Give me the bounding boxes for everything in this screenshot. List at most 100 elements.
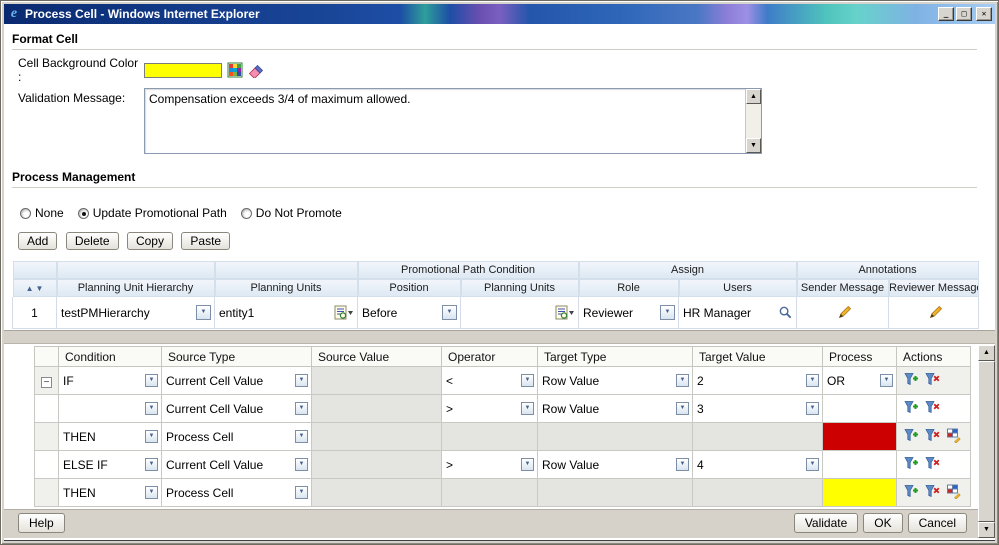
- dropdown-arrow-icon[interactable]: ▼: [676, 374, 689, 387]
- process-cell[interactable]: OR▼: [823, 367, 897, 395]
- sender-message-edit-icon[interactable]: [838, 304, 853, 319]
- users-cell[interactable]: HR Manager: [679, 297, 797, 329]
- dropdown-arrow-icon[interactable]: ▼: [145, 430, 158, 443]
- bg-color-swatch[interactable]: [144, 63, 222, 78]
- source-type-cell[interactable]: Process Cell▼: [162, 479, 312, 507]
- move-down-icon[interactable]: ▼: [35, 284, 45, 293]
- delete-condition-icon[interactable]: [924, 399, 940, 415]
- close-button[interactable]: ✕: [976, 7, 992, 21]
- role-cell[interactable]: Reviewer ▼: [579, 297, 679, 329]
- add-condition-icon[interactable]: [903, 455, 919, 471]
- validation-message-textarea[interactable]: Compensation exceeds 3/4 of maximum allo…: [144, 88, 762, 154]
- condition-planning-units-cell[interactable]: [461, 297, 579, 329]
- scroll-down-icon[interactable]: ▼: [978, 522, 995, 538]
- dropdown-arrow-icon[interactable]: ▼: [145, 402, 158, 415]
- condition-cell[interactable]: ELSE IF▼: [59, 451, 162, 479]
- target-value-cell[interactable]: 3▼: [693, 395, 823, 423]
- format-cell-icon[interactable]: [946, 427, 962, 443]
- radio-none[interactable]: None: [20, 206, 64, 220]
- radio-do-not-promote[interactable]: Do Not Promote: [241, 206, 342, 220]
- target-type-cell[interactable]: Row Value▼: [538, 367, 693, 395]
- delete-condition-icon[interactable]: [924, 455, 940, 471]
- add-condition-icon[interactable]: [903, 483, 919, 499]
- hierarchy-cell[interactable]: testPMHierarchy ▼: [57, 297, 215, 329]
- source-type-cell[interactable]: Process Cell▼: [162, 423, 312, 451]
- dropdown-arrow-icon[interactable]: ▼: [295, 458, 308, 471]
- format-cell-icon[interactable]: [946, 483, 962, 499]
- condition-cell[interactable]: THEN▼: [59, 423, 162, 451]
- validate-button[interactable]: Validate: [794, 513, 858, 533]
- add-condition-icon[interactable]: [903, 427, 919, 443]
- radio-do-not-promote-icon[interactable]: [241, 208, 252, 219]
- dropdown-arrow-icon[interactable]: ▼: [806, 402, 819, 415]
- dropdown-arrow-icon[interactable]: ▼: [521, 402, 534, 415]
- dropdown-arrow-icon[interactable]: ▼: [295, 374, 308, 387]
- member-selector-icon[interactable]: [334, 305, 354, 321]
- target-type-cell[interactable]: Row Value▼: [538, 395, 693, 423]
- paste-button[interactable]: Paste: [181, 232, 230, 250]
- operator-cell[interactable]: <▼: [442, 367, 538, 395]
- move-up-icon[interactable]: ▲: [25, 284, 35, 293]
- reviewer-message-edit-icon[interactable]: [929, 304, 944, 319]
- dropdown-arrow-icon[interactable]: ▼: [145, 374, 158, 387]
- condition-cell[interactable]: THEN▼: [59, 479, 162, 507]
- scroll-down-icon[interactable]: ▼: [746, 138, 761, 153]
- dropdown-arrow-icon[interactable]: ▼: [145, 486, 158, 499]
- target-type-cell[interactable]: Row Value▼: [538, 451, 693, 479]
- dropdown-arrow-icon[interactable]: ▼: [295, 402, 308, 415]
- condition-cell[interactable]: ▼: [59, 395, 162, 423]
- dropdown-arrow-icon[interactable]: ▼: [295, 486, 308, 499]
- process-color-cell[interactable]: [823, 479, 897, 507]
- operator-cell[interactable]: >▼: [442, 395, 538, 423]
- dropdown-arrow-icon[interactable]: ▼: [880, 374, 893, 387]
- help-button[interactable]: Help: [18, 513, 65, 533]
- cancel-button[interactable]: Cancel: [908, 513, 967, 533]
- dropdown-arrow-icon[interactable]: ▼: [295, 430, 308, 443]
- dropdown-arrow-icon[interactable]: ▼: [521, 458, 534, 471]
- copy-button[interactable]: Copy: [127, 232, 173, 250]
- title-bar[interactable]: e Process Cell - Windows Internet Explor…: [4, 4, 995, 24]
- vertical-scrollbar[interactable]: ▲ ▼: [978, 345, 995, 538]
- radio-update-icon[interactable]: [78, 208, 89, 219]
- delete-button[interactable]: Delete: [66, 232, 119, 250]
- process-cell[interactable]: [823, 451, 897, 479]
- source-type-cell[interactable]: Current Cell Value▼: [162, 395, 312, 423]
- user-search-icon[interactable]: [778, 305, 793, 320]
- minimize-button[interactable]: _: [938, 7, 954, 21]
- process-color-cell[interactable]: [823, 423, 897, 451]
- textarea-scrollbar[interactable]: ▲ ▼: [745, 89, 761, 153]
- dropdown-arrow-icon[interactable]: ▼: [806, 374, 819, 387]
- position-cell[interactable]: Before ▼: [358, 297, 461, 329]
- planning-units-cell[interactable]: entity1: [215, 297, 358, 329]
- radio-none-icon[interactable]: [20, 208, 31, 219]
- source-type-cell[interactable]: Current Cell Value▼: [162, 367, 312, 395]
- collapse-row-icon[interactable]: −: [41, 377, 52, 388]
- dropdown-arrow-icon[interactable]: ▼: [660, 305, 675, 320]
- delete-condition-icon[interactable]: [924, 483, 940, 499]
- dropdown-arrow-icon[interactable]: ▼: [521, 374, 534, 387]
- member-selector-icon[interactable]: [555, 305, 575, 321]
- add-condition-icon[interactable]: [903, 399, 919, 415]
- delete-condition-icon[interactable]: [924, 427, 940, 443]
- clear-color-eraser-icon[interactable]: [248, 62, 264, 78]
- target-value-cell[interactable]: 2▼: [693, 367, 823, 395]
- dropdown-arrow-icon[interactable]: ▼: [676, 402, 689, 415]
- source-type-cell[interactable]: Current Cell Value▼: [162, 451, 312, 479]
- scrollbar-thumb[interactable]: [978, 361, 995, 522]
- dropdown-arrow-icon[interactable]: ▼: [442, 305, 457, 320]
- radio-update-promotional-path[interactable]: Update Promotional Path: [78, 206, 227, 220]
- dropdown-arrow-icon[interactable]: ▼: [806, 458, 819, 471]
- maximize-button[interactable]: □: [956, 7, 972, 21]
- operator-cell[interactable]: >▼: [442, 451, 538, 479]
- delete-condition-icon[interactable]: [924, 371, 940, 387]
- color-picker-icon[interactable]: [227, 62, 243, 78]
- dropdown-arrow-icon[interactable]: ▼: [145, 458, 158, 471]
- dropdown-arrow-icon[interactable]: ▼: [196, 305, 211, 320]
- dropdown-arrow-icon[interactable]: ▼: [676, 458, 689, 471]
- target-value-cell[interactable]: 4▼: [693, 451, 823, 479]
- condition-cell[interactable]: IF▼: [59, 367, 162, 395]
- scroll-up-icon[interactable]: ▲: [746, 89, 761, 104]
- ok-button[interactable]: OK: [863, 513, 902, 533]
- scroll-up-icon[interactable]: ▲: [978, 345, 995, 361]
- add-button[interactable]: Add: [18, 232, 57, 250]
